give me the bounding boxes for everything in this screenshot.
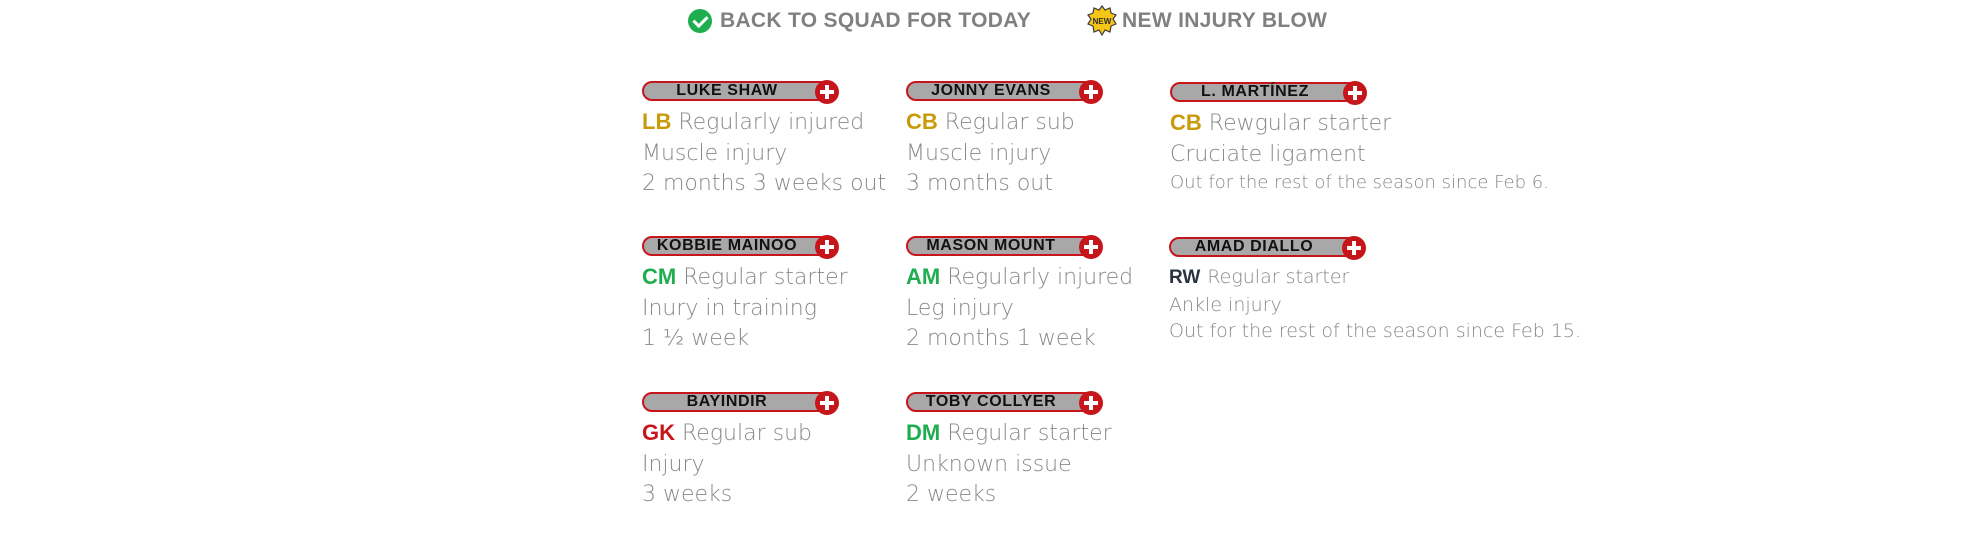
medical-cross-icon bbox=[1343, 81, 1367, 105]
player-name: KOBBIE MAINOO bbox=[656, 237, 798, 254]
medical-cross-icon bbox=[815, 235, 839, 259]
medical-cross-icon bbox=[1342, 236, 1366, 260]
player-name-pill: MASON MOUNT bbox=[906, 235, 1103, 259]
position-code: GK bbox=[642, 420, 675, 445]
injury-type: Cruciate ligament bbox=[1170, 142, 1366, 167]
player-name-pill: JONNY EVANS bbox=[906, 80, 1103, 104]
role-line: RW Regular starter bbox=[1169, 263, 1549, 292]
player-role: Regular sub bbox=[944, 110, 1075, 135]
new-badge-text: NEW bbox=[1093, 17, 1112, 26]
player-name-pill: TOBY COLLYER bbox=[906, 391, 1103, 415]
legend: BACK TO SQUAD FOR TODAY NEW NEW INJURY B… bbox=[688, 5, 1382, 37]
player-name-pill: BAYINDIR bbox=[642, 391, 839, 415]
position-code: RW bbox=[1169, 267, 1201, 288]
medical-cross-icon bbox=[815, 391, 839, 415]
player-card: TOBY COLLYER DM Regular starter Unknown i… bbox=[906, 391, 1286, 510]
legend-label: NEW INJURY BLOW bbox=[1122, 9, 1328, 32]
player-role: Regular starter bbox=[1207, 266, 1350, 288]
player-name: LUKE SHAW bbox=[676, 82, 778, 99]
legend-new-injury: NEW NEW INJURY BLOW bbox=[1086, 5, 1327, 37]
injury-type: Unknown issue bbox=[906, 452, 1072, 477]
player-role: Regular sub bbox=[682, 421, 812, 446]
injury-duration: Out for the rest of the season since Feb… bbox=[1170, 172, 1549, 193]
player-role: Regular starter bbox=[947, 421, 1112, 446]
player-name-pill: LUKE SHAW bbox=[642, 80, 839, 104]
position-code: LB bbox=[642, 109, 672, 134]
player-card: L. MARTÍNEZ CB Rewgular starter Cruciate … bbox=[1170, 81, 1550, 196]
role-line: DM Regular starter bbox=[906, 418, 1286, 450]
injury-type: Ankle injury bbox=[1169, 294, 1282, 316]
medical-cross-icon bbox=[1079, 80, 1103, 104]
player-name: JONNY EVANS bbox=[931, 82, 1051, 99]
position-code: CB bbox=[1170, 110, 1202, 135]
player-card: AMAD DIALLO RW Regular starter Ankle inju… bbox=[1169, 236, 1582, 344]
legend-back-to-squad: BACK TO SQUAD FOR TODAY bbox=[688, 9, 1031, 33]
player-name: L. MARTÍNEZ bbox=[1201, 83, 1309, 100]
player-role: Regularly injured bbox=[678, 110, 865, 135]
medical-cross-icon bbox=[1079, 391, 1103, 415]
injury-duration: Out for the rest of the season since Feb… bbox=[1169, 320, 1582, 342]
player-name: BAYINDIR bbox=[686, 393, 768, 410]
position-code: AM bbox=[906, 264, 941, 289]
player-role: Rewgular starter bbox=[1208, 111, 1392, 136]
player-role: Regularly injured bbox=[947, 265, 1134, 290]
role-line: CB Rewgular starter bbox=[1170, 108, 1550, 140]
position-code: CM bbox=[642, 264, 677, 289]
player-name: AMAD DIALLO bbox=[1194, 238, 1314, 255]
player-name: TOBY COLLYER bbox=[925, 393, 1057, 410]
medical-cross-icon bbox=[1079, 235, 1103, 259]
player-role: Regular starter bbox=[683, 265, 848, 290]
injury-duration: 2 weeks bbox=[906, 482, 997, 507]
player-name-pill: AMAD DIALLO bbox=[1169, 236, 1366, 260]
medical-cross-icon bbox=[815, 80, 839, 104]
check-icon bbox=[688, 9, 712, 33]
player-name-pill: L. MARTÍNEZ bbox=[1170, 81, 1367, 105]
player-name-pill: KOBBIE MAINOO bbox=[642, 235, 839, 259]
legend-label: BACK TO SQUAD FOR TODAY bbox=[720, 9, 1032, 32]
player-name: MASON MOUNT bbox=[926, 237, 1056, 254]
position-code: CB bbox=[906, 109, 938, 134]
new-badge-icon: NEW bbox=[1087, 5, 1117, 37]
position-code: DM bbox=[906, 420, 941, 445]
